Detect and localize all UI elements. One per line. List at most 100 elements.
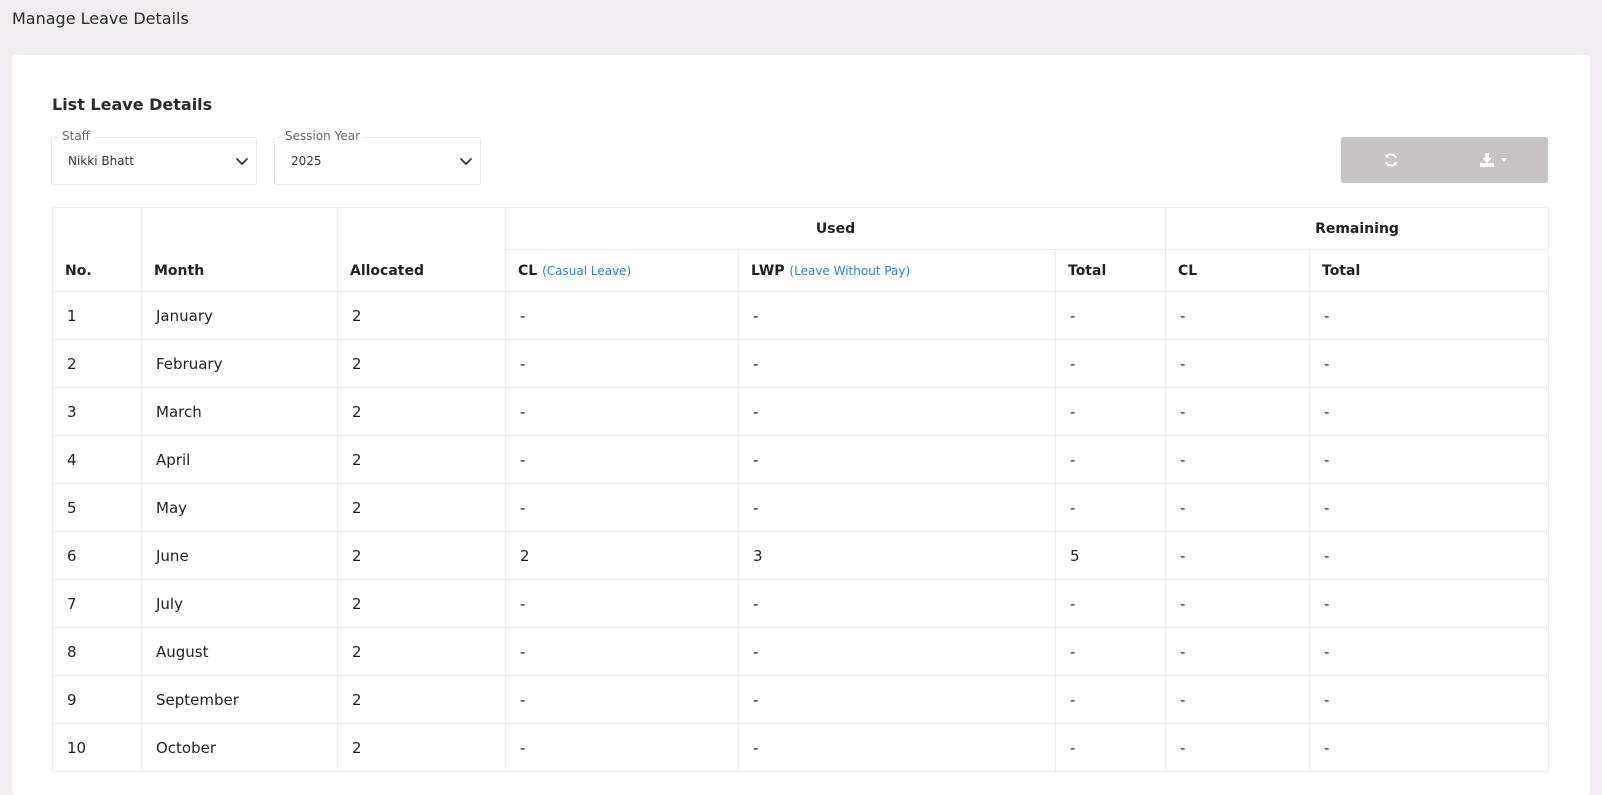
staff-value: Nikki Bhatt bbox=[68, 154, 134, 168]
session-year-select[interactable]: Session Year 2025 bbox=[274, 129, 481, 185]
cell-remaining-total: - bbox=[1309, 291, 1549, 340]
cell-used-total: 5 bbox=[1055, 531, 1166, 580]
leave-details-card: List Leave Details Staff Nikki Bhatt Ses… bbox=[12, 55, 1590, 795]
cell-used-lwp: - bbox=[738, 627, 1056, 676]
cell-remaining-total: - bbox=[1309, 675, 1549, 724]
card-title: List Leave Details bbox=[52, 95, 213, 114]
staff-label: Staff bbox=[58, 129, 94, 143]
cell-no: 2 bbox=[52, 339, 142, 388]
cell-month: August bbox=[141, 627, 338, 676]
table-row: 6 June 2 2 3 5- - bbox=[52, 531, 1549, 580]
cell-no: 4 bbox=[52, 435, 142, 484]
table-row: 2 February 2- - - - - bbox=[52, 339, 1549, 388]
cell-remaining-total: - bbox=[1309, 627, 1549, 676]
table-row: 1 January 2- - - - - bbox=[52, 291, 1549, 340]
cell-used-total: - bbox=[1055, 339, 1166, 388]
cell-no: 6 bbox=[52, 531, 142, 580]
cell-used-cl: - bbox=[505, 579, 739, 628]
cell-used-lwp: - bbox=[738, 723, 1056, 772]
cell-remaining-cl: - bbox=[1165, 483, 1310, 532]
table-toolbar bbox=[1341, 137, 1548, 183]
cell-remaining-cl: - bbox=[1165, 339, 1310, 388]
header-remaining-cl: CL bbox=[1165, 249, 1310, 292]
cell-used-total: - bbox=[1055, 723, 1166, 772]
cell-used-lwp: 3 bbox=[738, 531, 1056, 580]
cell-month: September bbox=[141, 675, 338, 724]
cell-remaining-cl: - bbox=[1165, 531, 1310, 580]
cell-remaining-total: - bbox=[1309, 531, 1549, 580]
cell-used-cl: - bbox=[505, 339, 739, 388]
cell-no: 1 bbox=[52, 291, 142, 340]
cell-allocated: 2 bbox=[337, 627, 506, 676]
cell-no: 5 bbox=[52, 483, 142, 532]
header-used-cl-label: CL bbox=[518, 262, 538, 279]
refresh-icon bbox=[1385, 153, 1397, 167]
cell-allocated: 2 bbox=[337, 579, 506, 628]
table-row: 10 October 2- - - - - bbox=[52, 723, 1549, 772]
header-used-cl-sub: (Casual Leave) bbox=[542, 263, 632, 278]
cell-month: June bbox=[141, 531, 338, 580]
cell-used-lwp: - bbox=[738, 435, 1056, 484]
cell-used-lwp: - bbox=[738, 339, 1056, 388]
cell-no: 9 bbox=[52, 675, 142, 724]
table-row: 8 August 2- - - - - bbox=[52, 627, 1549, 676]
cell-remaining-total: - bbox=[1309, 723, 1549, 772]
cell-used-lwp: - bbox=[738, 483, 1056, 532]
cell-used-total: - bbox=[1055, 579, 1166, 628]
cell-remaining-cl: - bbox=[1165, 723, 1310, 772]
header-used-lwp-label: LWP bbox=[751, 262, 785, 279]
cell-used-lwp: - bbox=[738, 291, 1056, 340]
cell-used-total: - bbox=[1055, 483, 1166, 532]
header-used-group: Used bbox=[505, 207, 1166, 250]
cell-remaining-cl: - bbox=[1165, 627, 1310, 676]
cell-allocated: 2 bbox=[337, 387, 506, 436]
cell-used-total: - bbox=[1055, 435, 1166, 484]
chevron-down-icon bbox=[460, 158, 472, 165]
cell-month: April bbox=[141, 435, 338, 484]
cell-remaining-cl: - bbox=[1165, 291, 1310, 340]
header-used-lwp-sub: (Leave Without Pay) bbox=[789, 263, 911, 278]
cell-remaining-cl: - bbox=[1165, 579, 1310, 628]
cell-used-total: - bbox=[1055, 387, 1166, 436]
cell-remaining-total: - bbox=[1309, 339, 1549, 388]
table-row: 3 March 2- - - - - bbox=[52, 387, 1549, 436]
cell-used-cl: - bbox=[505, 483, 739, 532]
cell-used-lwp: - bbox=[738, 579, 1056, 628]
cell-month: January bbox=[141, 291, 338, 340]
refresh-button[interactable] bbox=[1341, 137, 1441, 183]
cell-month: July bbox=[141, 579, 338, 628]
table-row: 9 September 2- - - - - bbox=[52, 675, 1549, 724]
cell-allocated: 2 bbox=[337, 339, 506, 388]
page-title: Manage Leave Details bbox=[12, 9, 189, 28]
cell-used-total: - bbox=[1055, 627, 1166, 676]
cell-used-cl: - bbox=[505, 387, 739, 436]
export-button[interactable] bbox=[1444, 137, 1544, 183]
cell-used-cl: - bbox=[505, 627, 739, 676]
cell-used-lwp: - bbox=[738, 387, 1056, 436]
table-row: 7 July 2- - - - - bbox=[52, 579, 1549, 628]
cell-month: March bbox=[141, 387, 338, 436]
session-year-value: 2025 bbox=[291, 154, 322, 168]
header-no: No. bbox=[52, 207, 142, 292]
leave-details-table: No. Month Allocated Used Remaining CL (C… bbox=[52, 207, 1549, 772]
table-body: 1 January 2- - - - -2 February 2- - - - -3 March 2- - - -… bbox=[52, 291, 1549, 772]
cell-used-cl: 2 bbox=[505, 531, 739, 580]
cell-remaining-cl: - bbox=[1165, 675, 1310, 724]
cell-no: 8 bbox=[52, 627, 142, 676]
caret-down-icon bbox=[1501, 158, 1507, 162]
cell-used-total: - bbox=[1055, 675, 1166, 724]
cell-used-cl: - bbox=[505, 675, 739, 724]
cell-no: 7 bbox=[52, 579, 142, 628]
cell-remaining-cl: - bbox=[1165, 435, 1310, 484]
cell-no: 10 bbox=[52, 723, 142, 772]
table-row: 5 May 2- - - - - bbox=[52, 483, 1549, 532]
cell-remaining-total: - bbox=[1309, 435, 1549, 484]
cell-allocated: 2 bbox=[337, 291, 506, 340]
header-remaining-group: Remaining bbox=[1165, 207, 1549, 250]
staff-select[interactable]: Staff Nikki Bhatt bbox=[51, 129, 257, 185]
cell-used-lwp: - bbox=[738, 675, 1056, 724]
cell-no: 3 bbox=[52, 387, 142, 436]
cell-used-cl: - bbox=[505, 723, 739, 772]
cell-remaining-total: - bbox=[1309, 579, 1549, 628]
cell-used-cl: - bbox=[505, 291, 739, 340]
